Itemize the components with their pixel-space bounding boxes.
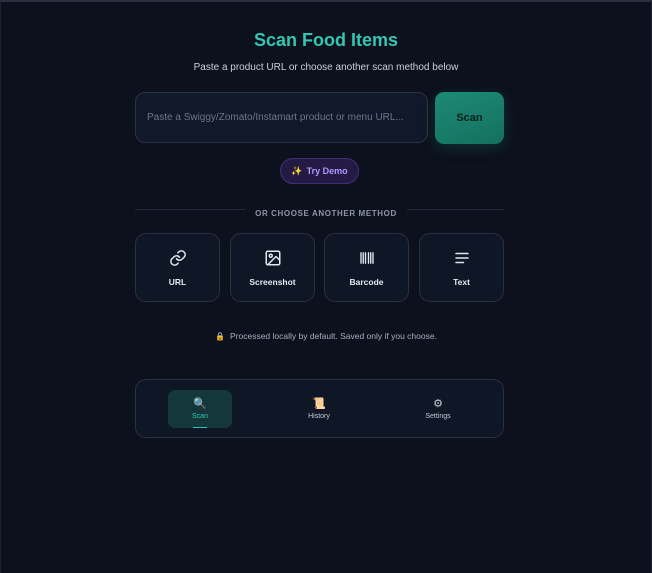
text-lines-icon: [453, 249, 471, 272]
method-barcode[interactable]: Barcode: [324, 233, 409, 302]
nav-label: History: [308, 413, 330, 420]
method-url[interactable]: URL: [135, 233, 220, 302]
active-indicator: [193, 427, 207, 428]
book-icon: 📜: [312, 398, 326, 410]
bottom-nav: 🔍 Scan 📜 History ⚙ Settings: [135, 379, 504, 438]
method-text[interactable]: Text: [419, 233, 504, 302]
privacy-note: 🔒 Processed locally by default. Saved onl…: [1, 331, 651, 341]
lock-icon: 🔒: [215, 332, 225, 341]
nav-item-scan[interactable]: 🔍 Scan: [168, 390, 232, 428]
method-label: URL: [168, 276, 187, 287]
nav-item-settings[interactable]: ⚙ Settings: [406, 390, 470, 428]
scan-button[interactable]: Scan: [435, 92, 504, 144]
app-window: Scan Food Items Paste a product URL or c…: [0, 0, 652, 573]
gear-icon: ⚙: [433, 398, 443, 410]
url-input[interactable]: [135, 92, 428, 143]
method-label: Text: [453, 276, 470, 287]
sparkles-icon: ✨: [291, 165, 303, 176]
method-label: Screenshot: [249, 276, 296, 287]
barcode-icon: [358, 249, 376, 272]
try-demo-button[interactable]: ✨ Try Demo: [280, 158, 359, 184]
privacy-text: Processed locally by default. Saved only…: [230, 331, 437, 341]
link-icon: [169, 249, 187, 272]
nav-item-history[interactable]: 📜 History: [287, 390, 351, 428]
page-title: Scan Food Items: [253, 30, 399, 50]
divider-label-wrap: OR CHOOSE ANOTHER METHOD: [1, 203, 651, 221]
nav-label: Scan: [192, 413, 208, 420]
method-screenshot[interactable]: Screenshot: [230, 233, 315, 302]
page-subtitle: Paste a product URL or choose another sc…: [193, 62, 459, 73]
try-demo-label: Try Demo: [306, 166, 348, 176]
method-label: Barcode: [349, 276, 384, 287]
divider-label: OR CHOOSE ANOTHER METHOD: [245, 209, 407, 218]
nav-label: Settings: [425, 413, 451, 420]
search-icon: 🔍: [193, 398, 207, 410]
image-icon: [264, 249, 282, 272]
